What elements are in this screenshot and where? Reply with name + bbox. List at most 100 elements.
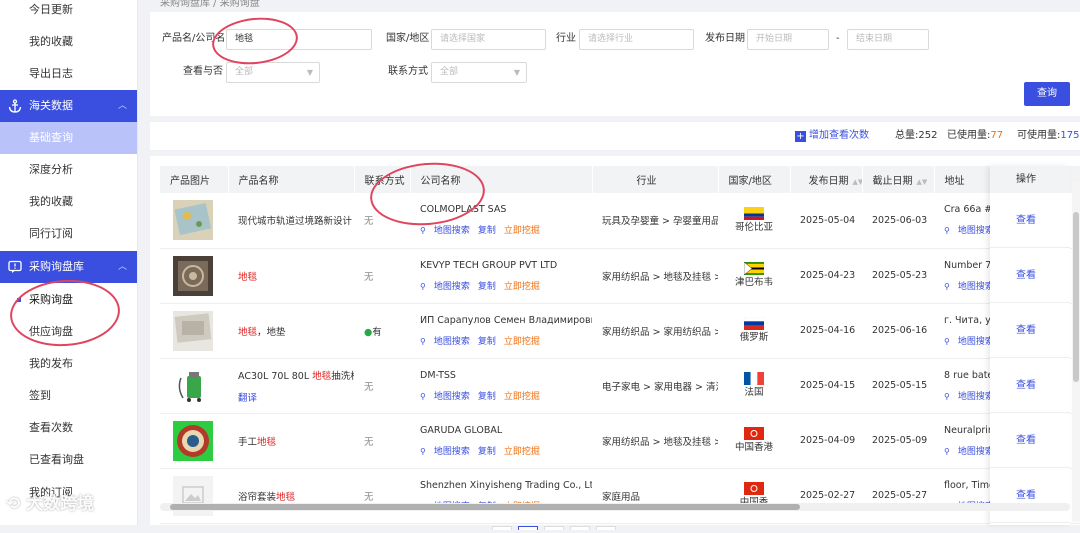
product-thumbnail[interactable] [173, 420, 213, 461]
company-name: ИП Сарапулов Семен Владимирович [420, 314, 592, 326]
product-thumbnail[interactable] [173, 310, 213, 351]
product-image-cell [160, 303, 228, 359]
watermark: ⟲ 大数跨境 [6, 489, 94, 514]
sidebar-item-my-favorites[interactable]: 我的收藏 [0, 26, 137, 58]
industry-cell: 家庭用品 [592, 468, 718, 524]
industry-cell: 玩具及孕婴童 > 孕婴童用品 [592, 193, 718, 249]
industry-cell: 家用纺织品 > 地毯及挂毯 > 地 [592, 248, 718, 304]
page-button[interactable] [596, 526, 616, 530]
col-header-publish-date-label: 发布日期 [808, 176, 849, 187]
sidebar-item-purchase-inquiry[interactable]: 采购询盘 [0, 284, 137, 316]
country-cell: 法国 [718, 358, 790, 414]
copy-link[interactable]: 复制 [478, 226, 496, 236]
view-button[interactable]: 查看 [990, 413, 1070, 468]
product-thumbnail[interactable] [173, 200, 213, 241]
mine-link[interactable]: 立即挖掘 [504, 282, 540, 292]
mine-link[interactable]: 立即挖掘 [504, 337, 540, 347]
address-map-link[interactable]: ⚲ 地图搜索 [944, 392, 994, 402]
col-header-publish-date[interactable]: 发布日期 ▲▼ [790, 166, 863, 193]
sort-icon[interactable]: ▲▼ [853, 178, 862, 186]
viewed-select[interactable]: 全部 ▼ [226, 62, 320, 83]
mine-link[interactable]: 立即挖掘 [504, 447, 540, 457]
query-button[interactable]: 查询 [1024, 82, 1070, 106]
address-map-link[interactable]: ⚲ 地图搜索 [944, 337, 994, 347]
product-thumbnail[interactable] [173, 365, 213, 406]
product-name: 浴帘套装 [238, 491, 277, 503]
vertical-scrollbar-thumb[interactable] [1073, 212, 1079, 382]
viewed-label: 查看与否 [183, 66, 223, 77]
sort-icon[interactable]: ▲▼ [917, 178, 928, 186]
sidebar-item-basic-query[interactable]: 基础查询 [0, 122, 137, 154]
sidebar-item-my-posts[interactable]: 我的发布 [0, 348, 137, 380]
vertical-scrollbar[interactable] [1072, 182, 1080, 522]
product-name-cell: 手工地毯 [228, 413, 354, 469]
actions-column: 操作 查看 查看 查看 查看 查看 查看 [990, 166, 1070, 525]
sidebar-item-customs-favorites[interactable]: 我的收藏 [0, 186, 137, 218]
location-pin-icon: ⚲ [420, 336, 426, 346]
product-name-highlight: 地毯 [238, 271, 258, 283]
country-cell: 津巴布韦 [718, 248, 790, 304]
horizontal-scrollbar[interactable] [160, 503, 1070, 511]
flag-hong-kong-icon [744, 427, 764, 440]
view-button[interactable]: 查看 [990, 248, 1070, 303]
translate-link[interactable]: 翻译 [238, 390, 354, 404]
map-search-link[interactable]: ⚲ 地图搜索 [420, 226, 470, 236]
sidebar-item-checkin[interactable]: 签到 [0, 380, 137, 412]
mine-link[interactable]: 立即挖掘 [504, 392, 540, 402]
page-button[interactable] [544, 526, 564, 530]
sidebar-item-peer-subscription[interactable]: 同行订阅 [0, 218, 137, 250]
sidebar-section-inquiry[interactable]: 采购询盘库 ︿ [0, 251, 137, 283]
mine-link[interactable]: 立即挖掘 [504, 226, 540, 236]
copy-link[interactable]: 复制 [478, 392, 496, 402]
view-button[interactable]: 查看 [990, 468, 1070, 523]
publish-date-cell: 2025-05-04 [790, 193, 862, 249]
location-pin-icon: ⚲ [420, 446, 426, 456]
map-search-link[interactable]: ⚲ 地图搜索 [420, 282, 470, 292]
view-button[interactable]: 查看 [990, 303, 1070, 358]
view-button[interactable]: 查看 [990, 358, 1070, 413]
add-views-button[interactable]: + 增加查看次数 [795, 128, 869, 144]
flag-colombia-icon [744, 206, 764, 220]
col-header-company: 公司名称 [410, 166, 593, 193]
map-search-link[interactable]: ⚲ 地图搜索 [420, 337, 470, 347]
product-search-input[interactable]: 地毯 [226, 29, 372, 50]
address-map-link[interactable]: ⚲ 地图搜索 [944, 226, 994, 236]
sidebar: 今日更新 我的收藏 导出日志 海关数据 ︿ 基础查询 深度分析 我的收藏 同行订… [0, 0, 138, 525]
total-stat: 总量:252 [895, 128, 937, 144]
map-search-label: 地图搜索 [433, 281, 470, 292]
date-end-input[interactable]: 结束日期 [847, 29, 929, 50]
sidebar-item-today-updates[interactable]: 今日更新 [0, 0, 137, 26]
col-header-deadline[interactable]: 截止日期 ▲▼ [862, 166, 935, 193]
map-search-link[interactable]: ⚲ 地图搜索 [420, 447, 470, 457]
product-name: ，地垫 [257, 326, 286, 338]
page-button[interactable] [518, 526, 538, 530]
horizontal-scrollbar-thumb[interactable] [170, 504, 800, 510]
sidebar-section-customs[interactable]: 海关数据 ︿ [0, 90, 137, 122]
country-select[interactable]: 请选择国家 [431, 29, 546, 50]
product-thumbnail[interactable] [173, 255, 213, 296]
view-button[interactable]: 查看 [990, 193, 1070, 248]
industry-select[interactable]: 请选择行业 [579, 29, 694, 50]
company-cell: GARUDA GLOBAL ⚲ 地图搜索 复制 立即挖掘 [410, 413, 592, 469]
chevron-up-icon: ︿ [117, 101, 127, 111]
viewed-value: 全部 [235, 67, 254, 77]
copy-link[interactable]: 复制 [478, 447, 496, 457]
pagination [492, 522, 682, 530]
sidebar-item-supply-inquiry[interactable]: 供应询盘 [0, 316, 137, 348]
table-row: 现代城市轨道过境路新设计 无 COLMOPLAST SAS ⚲ 地图搜索 复制 立即挖掘… [160, 193, 1080, 249]
industry-cell: 电子家电 > 家用电器 > 清洁 [592, 358, 718, 414]
sidebar-item-view-count[interactable]: 查看次数 [0, 412, 137, 444]
page-button[interactable] [492, 526, 512, 530]
date-start-input[interactable]: 开始日期 [747, 29, 829, 50]
copy-link[interactable]: 复制 [478, 337, 496, 347]
contact-select[interactable]: 全部 ▼ [431, 62, 527, 83]
sidebar-item-deep-analysis[interactable]: 深度分析 [0, 154, 137, 186]
sidebar-item-export-log[interactable]: 导出日志 [0, 58, 137, 90]
map-search-link[interactable]: ⚲ 地图搜索 [420, 392, 470, 402]
copy-link[interactable]: 复制 [478, 282, 496, 292]
page-button[interactable] [570, 526, 590, 530]
sidebar-item-viewed-inquiries[interactable]: 已查看询盘 [0, 444, 137, 476]
company-name: DM-TSS [420, 369, 456, 381]
address-map-link[interactable]: ⚲ 地图搜索 [944, 447, 994, 457]
address-map-link[interactable]: ⚲ 地图搜索 [944, 282, 994, 292]
